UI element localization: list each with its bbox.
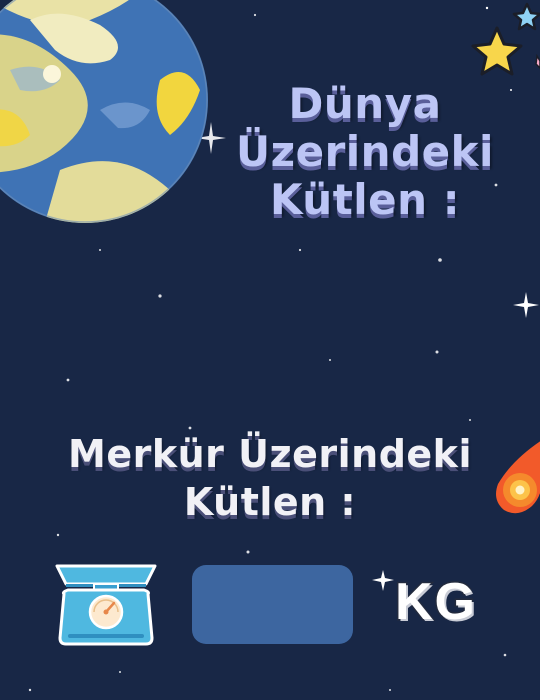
earth-heading-line-3: Kütlen : <box>270 175 460 224</box>
sparkle-icon <box>513 292 539 318</box>
sparkle-icon <box>372 570 394 591</box>
mercury-heading-line-2: Kütlen : <box>183 480 357 524</box>
mercury-mass-heading: Merkür Üzerindeki Kütlen : <box>0 430 540 526</box>
earth-mass-heading: Dünya Üzerindeki Kütlen : <box>205 80 525 224</box>
mercury-heading-line-1: Merkür Üzerindeki <box>68 432 472 476</box>
unit-label: KG <box>394 572 477 633</box>
mercury-weight-input[interactable] <box>192 565 353 644</box>
earth-heading-line-1: Dünya <box>288 79 442 128</box>
mass-calculator-screen: Dünya Üzerindeki Kütlen : Merkür Üzerind… <box>0 0 540 700</box>
scale-icon <box>55 564 157 646</box>
earth-heading-line-2: Üzerindeki <box>236 127 494 176</box>
earth-planet-icon <box>0 0 208 223</box>
meteor-icon <box>496 441 540 514</box>
